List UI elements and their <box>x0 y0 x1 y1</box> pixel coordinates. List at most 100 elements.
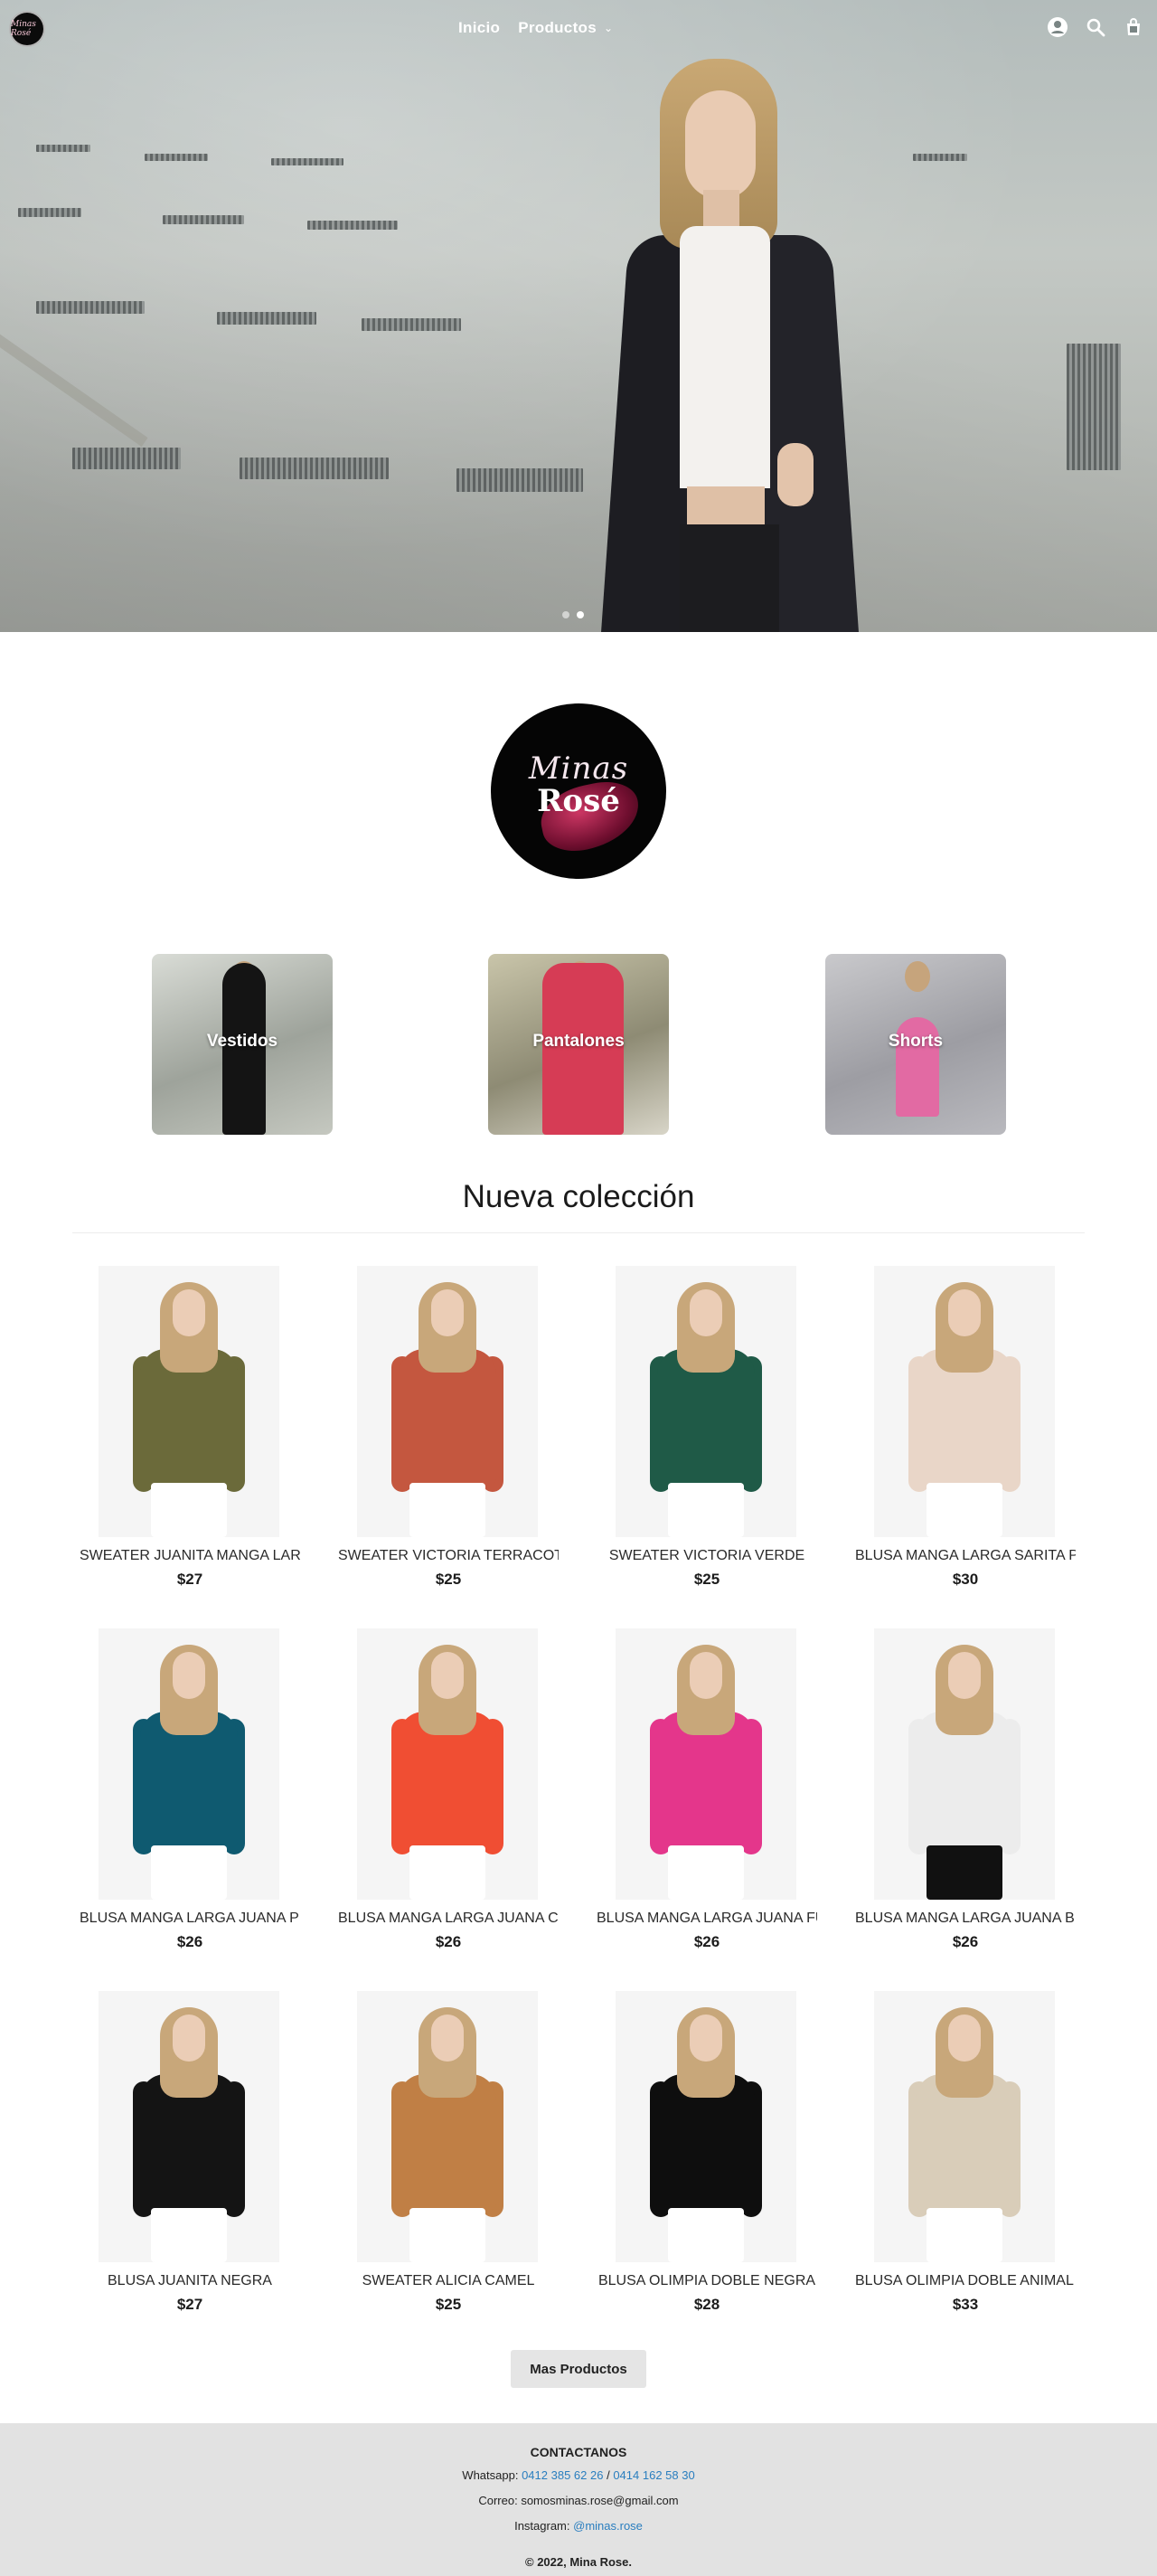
product-name[interactable]: BLUSA MANGA LARGA JUANA FUCSIA <box>597 1911 817 1929</box>
product-model-pants <box>409 1845 485 1900</box>
account-icon[interactable] <box>1047 16 1068 38</box>
footer-whatsapp-separator: / <box>607 2468 610 2482</box>
product-image[interactable] <box>874 1628 1055 1900</box>
product-name[interactable]: BLUSA MANGA LARGA JUANA PETRÓLEO <box>80 1911 300 1929</box>
product-model-face <box>431 1289 464 1336</box>
product-price: $26 <box>435 1933 462 1950</box>
product-model-face <box>948 1289 981 1336</box>
product-name[interactable]: SWEATER VICTORIA VERDE <box>597 1548 817 1566</box>
category-model-head <box>905 961 930 992</box>
product-model-face <box>431 1652 464 1699</box>
product-name[interactable]: SWEATER ALICIA CAMEL <box>338 2273 559 2291</box>
product-model-face <box>173 1289 205 1336</box>
hero-floor-grate <box>271 158 343 165</box>
product-price: $25 <box>435 2296 462 2313</box>
hero-floor-grate <box>307 221 398 230</box>
product-model-face <box>690 2015 722 2062</box>
whatsapp-link-2[interactable]: 0414 162 58 30 <box>613 2468 694 2482</box>
model-hand <box>777 443 814 506</box>
brand-logo-script: Minas <box>528 750 629 787</box>
product-model-face <box>948 2015 981 2062</box>
hero-floor-grate <box>163 215 244 224</box>
footer-instagram-label: Instagram: <box>514 2519 570 2533</box>
hero-floor-grate <box>145 154 208 161</box>
nav-link-inicio[interactable]: Inicio <box>458 19 500 37</box>
product-model-face <box>173 2015 205 2062</box>
footer: CONTACTANOS Whatsapp: 0412 385 62 26 / 0… <box>0 2423 1157 2576</box>
product-model-pants <box>927 1845 1002 1900</box>
nav-icons <box>1047 16 1144 38</box>
footer-email: Correo: somosminas.rose@gmail.com <box>478 2494 679 2507</box>
model-pants <box>680 524 779 632</box>
product-price: $27 <box>176 1571 203 1588</box>
product-price: $25 <box>693 1571 720 1588</box>
product-price: $25 <box>435 1571 462 1588</box>
chevron-down-icon[interactable]: ⌄ <box>604 22 613 34</box>
product-image[interactable] <box>99 1628 279 1900</box>
cart-icon[interactable] <box>1123 16 1144 38</box>
product-image[interactable] <box>616 1628 796 1900</box>
product-name[interactable]: SWEATER JUANITA MANGA LARGA <box>80 1548 300 1566</box>
product-model-pants <box>927 1483 1002 1537</box>
category-tile-shorts[interactable]: Shorts <box>825 954 1006 1135</box>
product-price: $33 <box>952 2296 979 2313</box>
product-price: $28 <box>693 2296 720 2313</box>
product-name[interactable]: SWEATER VICTORIA TERRACOTA <box>338 1548 559 1566</box>
product-image[interactable] <box>616 1266 796 1537</box>
product-name[interactable]: BLUSA JUANITA NEGRA <box>80 2273 300 2291</box>
product-name[interactable]: BLUSA OLIMPIA DOBLE ANIMAL PRINT <box>855 2273 1076 2291</box>
model-midriff <box>687 486 765 524</box>
category-tile-vestidos[interactable]: Vestidos <box>152 954 333 1135</box>
product-model-face <box>690 1289 722 1336</box>
brand-logo: Minas Rosé <box>491 703 666 879</box>
product-price: $27 <box>176 2296 203 2313</box>
product-image[interactable] <box>616 1991 796 2262</box>
product-model-face <box>431 2015 464 2062</box>
product-model-pants <box>151 2208 227 2262</box>
category-tile-pantalones[interactable]: Pantalones <box>488 954 669 1135</box>
nav-link-productos[interactable]: Productos <box>518 19 597 37</box>
hero-floor-grate <box>913 154 967 161</box>
top-navigation: Minas Rosé Inicio Productos ⌄ <box>0 0 1157 58</box>
product-image[interactable] <box>357 1628 538 1900</box>
footer-instagram: Instagram: @minas.rose <box>0 2519 1157 2533</box>
footer-heading: CONTACTANOS <box>530 2445 627 2459</box>
more-products-button[interactable]: Mas Productos <box>511 2350 646 2388</box>
search-icon[interactable] <box>1085 16 1106 38</box>
product-name[interactable]: BLUSA OLIMPIA DOBLE NEGRA <box>597 2273 817 2291</box>
product-image[interactable] <box>99 1266 279 1537</box>
footer-copyright: © 2022, Mina Rose. <box>525 2555 632 2569</box>
product-price: $26 <box>693 1933 720 1950</box>
product-price: $26 <box>176 1933 203 1950</box>
hero-floor-grate <box>217 312 316 325</box>
instagram-link[interactable]: @minas.rose <box>573 2519 643 2533</box>
model-face <box>685 90 756 199</box>
product-image[interactable] <box>874 1266 1055 1537</box>
product-image[interactable] <box>99 1991 279 2262</box>
hero-floor-grate <box>72 448 181 469</box>
footer-whatsapp-label: Whatsapp: <box>462 2468 519 2482</box>
category-label: Shorts <box>888 1032 944 1051</box>
product-price: $30 <box>952 1571 979 1588</box>
site-logo[interactable]: Minas Rosé <box>9 11 45 47</box>
whatsapp-link-1[interactable]: 0412 385 62 26 <box>522 2468 603 2482</box>
product-name[interactable]: BLUSA MANGA LARGA SARITA PRINT <box>855 1548 1076 1566</box>
site-logo-text: Minas Rosé <box>11 20 36 38</box>
product-price: $26 <box>952 1933 979 1950</box>
product-image[interactable] <box>357 1991 538 2262</box>
product-model-pants <box>151 1845 227 1900</box>
category-label: Pantalones <box>532 1032 625 1051</box>
product-model-pants <box>668 2208 744 2262</box>
hero-floor-grate <box>362 318 461 331</box>
product-model-pants <box>151 1483 227 1537</box>
carousel-dot[interactable] <box>562 611 569 618</box>
carousel-dot-active[interactable] <box>577 611 584 618</box>
brand-logo-word: Rosé <box>537 783 620 819</box>
product-image[interactable] <box>874 1991 1055 2262</box>
product-name[interactable]: BLUSA MANGA LARGA JUANA CORAL <box>338 1911 559 1929</box>
product-model-pants <box>668 1845 744 1900</box>
product-model-pants <box>668 1483 744 1537</box>
product-name[interactable]: BLUSA MANGA LARGA JUANA BLANCA <box>855 1911 1076 1929</box>
product-image[interactable] <box>357 1266 538 1537</box>
section-divider <box>72 1232 1085 1233</box>
